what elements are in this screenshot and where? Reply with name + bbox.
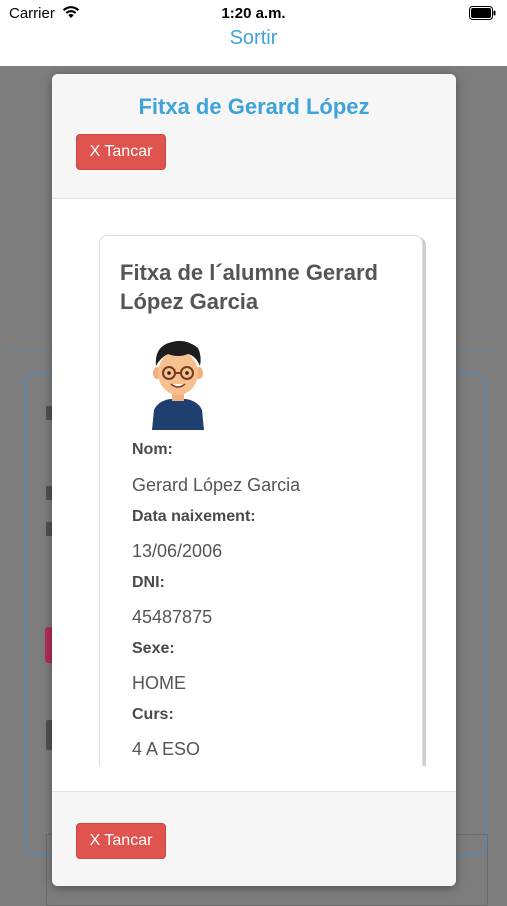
field-label-nom: Nom: <box>132 441 173 458</box>
card-title: Fitxa de l´alumne Gerard López Garcia <box>120 260 378 314</box>
field-value-curs: 4 A ESO <box>132 739 201 759</box>
status-time: 1:20 a.m. <box>221 5 286 22</box>
field-label-dni: DNI: <box>132 574 165 591</box>
student-card: Fitxa de l´alumne Gerard López Garcia No… <box>99 235 423 766</box>
field-label-sexe: Sexe: <box>132 640 175 657</box>
close-button-bottom[interactable]: X Tancar <box>76 823 166 859</box>
field-label-data-naixement: Data naixement: <box>132 508 256 525</box>
field-value-data-naixement: 13/06/2006 <box>132 541 223 561</box>
modal-header: Fitxa de Gerard López X Tancar <box>52 74 456 199</box>
field-value-nom: Gerard López Garcia <box>132 475 301 495</box>
battery-icon <box>469 6 497 25</box>
close-button-top[interactable]: X Tancar <box>76 134 166 170</box>
top-bar: Carrier 1:20 a.m. Sortir <box>0 0 507 66</box>
field-value-dni: 45487875 <box>132 607 213 627</box>
modal-title: Fitxa de Gerard López <box>138 94 370 119</box>
sortir-link[interactable]: Sortir <box>0 27 507 50</box>
student-modal: Fitxa de Gerard López X Tancar Fitxa de … <box>52 74 456 886</box>
modal-footer: X Tancar <box>52 791 456 886</box>
student-avatar <box>148 338 208 430</box>
modal-body[interactable]: Fitxa de l´alumne Gerard López Garcia No… <box>52 199 456 766</box>
field-label-curs: Curs: <box>132 706 174 723</box>
field-value-sexe: HOME <box>132 673 186 693</box>
